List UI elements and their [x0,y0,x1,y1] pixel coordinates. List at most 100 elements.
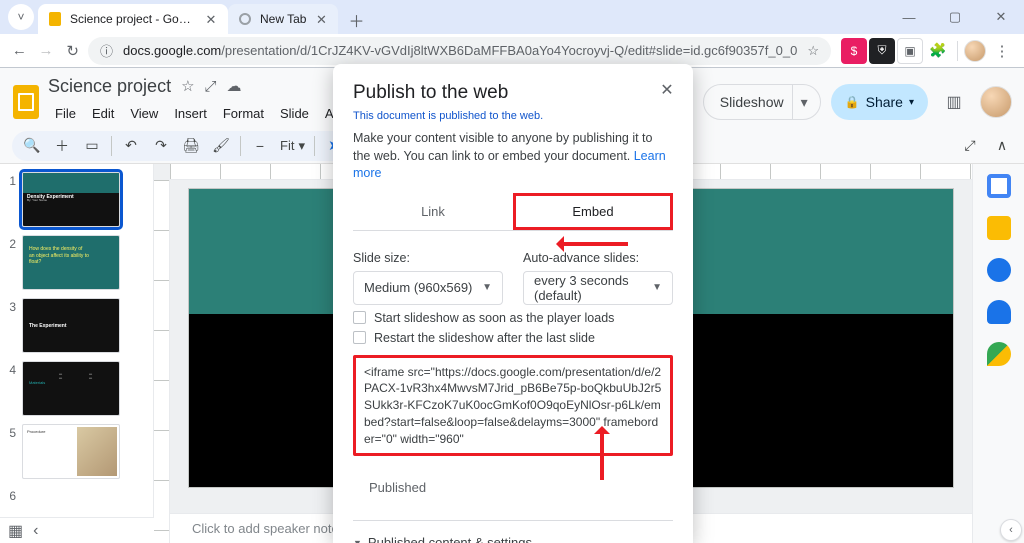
close-tab-icon[interactable]: ✕ [204,13,218,26]
chrome-menu-icon[interactable]: ⋮ [988,37,1016,65]
slide-number: 5 [6,424,16,440]
filmstrip-back-icon[interactable]: ‹ [33,522,38,540]
window-close[interactable]: ✕ [978,0,1024,34]
dialog-title: Publish to the web [353,82,673,104]
tab-embed[interactable]: Embed [513,193,673,230]
present-icon[interactable]: ▥ [938,86,970,118]
extension-box[interactable]: ▣ [897,38,923,64]
chrome-tab[interactable]: New Tab ✕ [228,4,338,34]
chrome-tab-strip: ˅ Science project - Google Slides ✕ New … [0,0,1024,34]
search-menus-icon[interactable]: 🔍 [18,133,46,159]
slide-thumbnail-5[interactable]: Procedure [22,424,120,479]
slide-thumb-row[interactable]: 4 Materials •••••• •••••• [0,357,153,420]
slideshow-button[interactable]: Slideshow ▾ [703,84,821,120]
slide-number: 3 [6,298,16,314]
menu-view[interactable]: View [123,104,165,123]
slide-thumbnail-3[interactable]: The Experiment [22,298,120,353]
slide-size-select[interactable]: Medium (960x569) ▼ [353,271,503,305]
menu-file[interactable]: File [48,104,83,123]
forward-button[interactable]: → [35,37,58,65]
caret-down-icon: ▼ [482,282,492,293]
chrome-profile-avatar[interactable] [964,40,986,62]
site-info-icon[interactable]: ⓘ [100,41,113,60]
speaker-notes-placeholder: Click to add speaker notes [192,521,345,536]
menu-edit[interactable]: Edit [85,104,121,123]
lock-icon: 🔒 [845,95,860,109]
published-content-settings-toggle[interactable]: ▼ Published content & settings [353,535,673,543]
layout-icon[interactable]: ▭ [78,133,106,159]
extension-pink[interactable]: $ [841,38,867,64]
paint-format-icon[interactable]: 🖌 [207,133,235,159]
menu-slide[interactable]: Slide [273,104,316,123]
grid-view-icon[interactable]: ▦ [8,521,23,541]
window-maximize[interactable]: ▢ [932,0,978,34]
chrome-search-tabs[interactable]: ˅ [8,4,34,30]
slide-number: 4 [6,361,16,377]
print-icon[interactable]: 🖨 [177,133,205,159]
close-tab-icon[interactable]: ✕ [314,13,328,26]
slide-thumb-row[interactable]: 6 [0,483,153,507]
window-controls: — ▢ ✕ [886,0,1024,34]
checkbox-icon [353,311,366,324]
dialog-description: Make your content visible to anyone by p… [353,130,673,183]
slide-number: 1 [6,172,16,188]
new-slide-icon[interactable]: ＋ [48,133,76,159]
cloud-status-icon[interactable]: ☁ [227,77,242,95]
share-label: Share [866,94,903,110]
star-icon[interactable]: ☆ [181,77,194,95]
chrome-tab-active[interactable]: Science project - Google Slides ✕ [38,4,228,34]
zoom-fit[interactable]: Fit ▾ [276,138,309,154]
bookmark-star-icon[interactable]: ☆ [807,43,819,59]
slideshow-label: Slideshow [720,94,784,110]
new-tab-button[interactable]: ＋ [342,6,370,34]
divider [957,41,958,61]
expand-icon[interactable]: ⤢ [956,133,984,159]
move-icon[interactable]: ⤢ [205,78,217,95]
share-button[interactable]: 🔒 Share ▾ [831,84,928,120]
caret-down-icon: ▼ [652,282,662,293]
slide-thumbnail-2[interactable]: How does the density of an object affect… [22,235,120,290]
slide-thumbnail-4[interactable]: Materials •••••• •••••• [22,361,120,416]
zoom-out-icon[interactable]: − [246,133,274,159]
menu-insert[interactable]: Insert [167,104,214,123]
back-button[interactable]: ← [8,37,31,65]
collapse-panel-icon[interactable]: ∧ [988,133,1016,159]
slide-thumb-row[interactable]: 2 How does the density of an object affe… [0,231,153,294]
sidepanel-calendar-icon[interactable] [987,174,1011,198]
sidepanel-tasks-icon[interactable] [987,258,1011,282]
checkbox-restart-slideshow[interactable]: Restart the slideshow after the last sli… [353,331,673,345]
menu-format[interactable]: Format [216,104,271,123]
extensions-menu-icon[interactable]: 🧩 [925,38,951,64]
window-minimize[interactable]: — [886,0,932,34]
embed-code-textarea[interactable]: <iframe src="https://docs.google.com/pre… [353,355,673,457]
sidepanel-keep-icon[interactable] [987,216,1011,240]
slide-thumbnail-1[interactable]: Density Experiment By: Your Name [22,172,120,227]
sidepanel-contacts-icon[interactable] [987,300,1011,324]
caret-down-icon: ▾ [909,97,914,108]
slide-number: 2 [6,235,16,251]
document-title[interactable]: Science project [48,76,171,97]
tab-link[interactable]: Link [353,193,513,230]
filmstrip[interactable]: 1 Density Experiment By: Your Name 2 How… [0,164,154,543]
slides-logo[interactable] [8,72,44,128]
published-button[interactable]: Published [353,470,442,504]
redo-icon[interactable]: ↷ [147,133,175,159]
slide-thumb-row[interactable]: 1 Density Experiment By: Your Name [0,168,153,231]
slides-favicon [48,12,62,26]
slide-thumb-row[interactable]: 3 The Experiment [0,294,153,357]
sidepanel-maps-icon[interactable] [987,342,1011,366]
reload-button[interactable]: ↻ [61,37,84,65]
caret-down-icon: ▾ [298,138,305,154]
checkbox-icon [353,331,366,344]
extension-shield[interactable]: ⛨ [869,38,895,64]
address-text: docs.google.com/presentation/d/1CrJZ4KV-… [123,43,797,58]
checkbox-start-slideshow[interactable]: Start slideshow as soon as the player lo… [353,311,673,325]
slide-thumb-row[interactable]: 5 Procedure [0,420,153,483]
dialog-close-icon[interactable]: ✕ [655,78,679,102]
auto-advance-select[interactable]: every 3 seconds (default) ▼ [523,271,673,305]
account-avatar[interactable] [980,86,1012,118]
undo-icon[interactable]: ↶ [117,133,145,159]
omnibox[interactable]: ⓘ docs.google.com/presentation/d/1CrJZ4K… [88,37,831,65]
sidepanel-collapse-icon[interactable]: ‹ [1000,519,1022,541]
slideshow-caret[interactable]: ▾ [792,85,816,119]
